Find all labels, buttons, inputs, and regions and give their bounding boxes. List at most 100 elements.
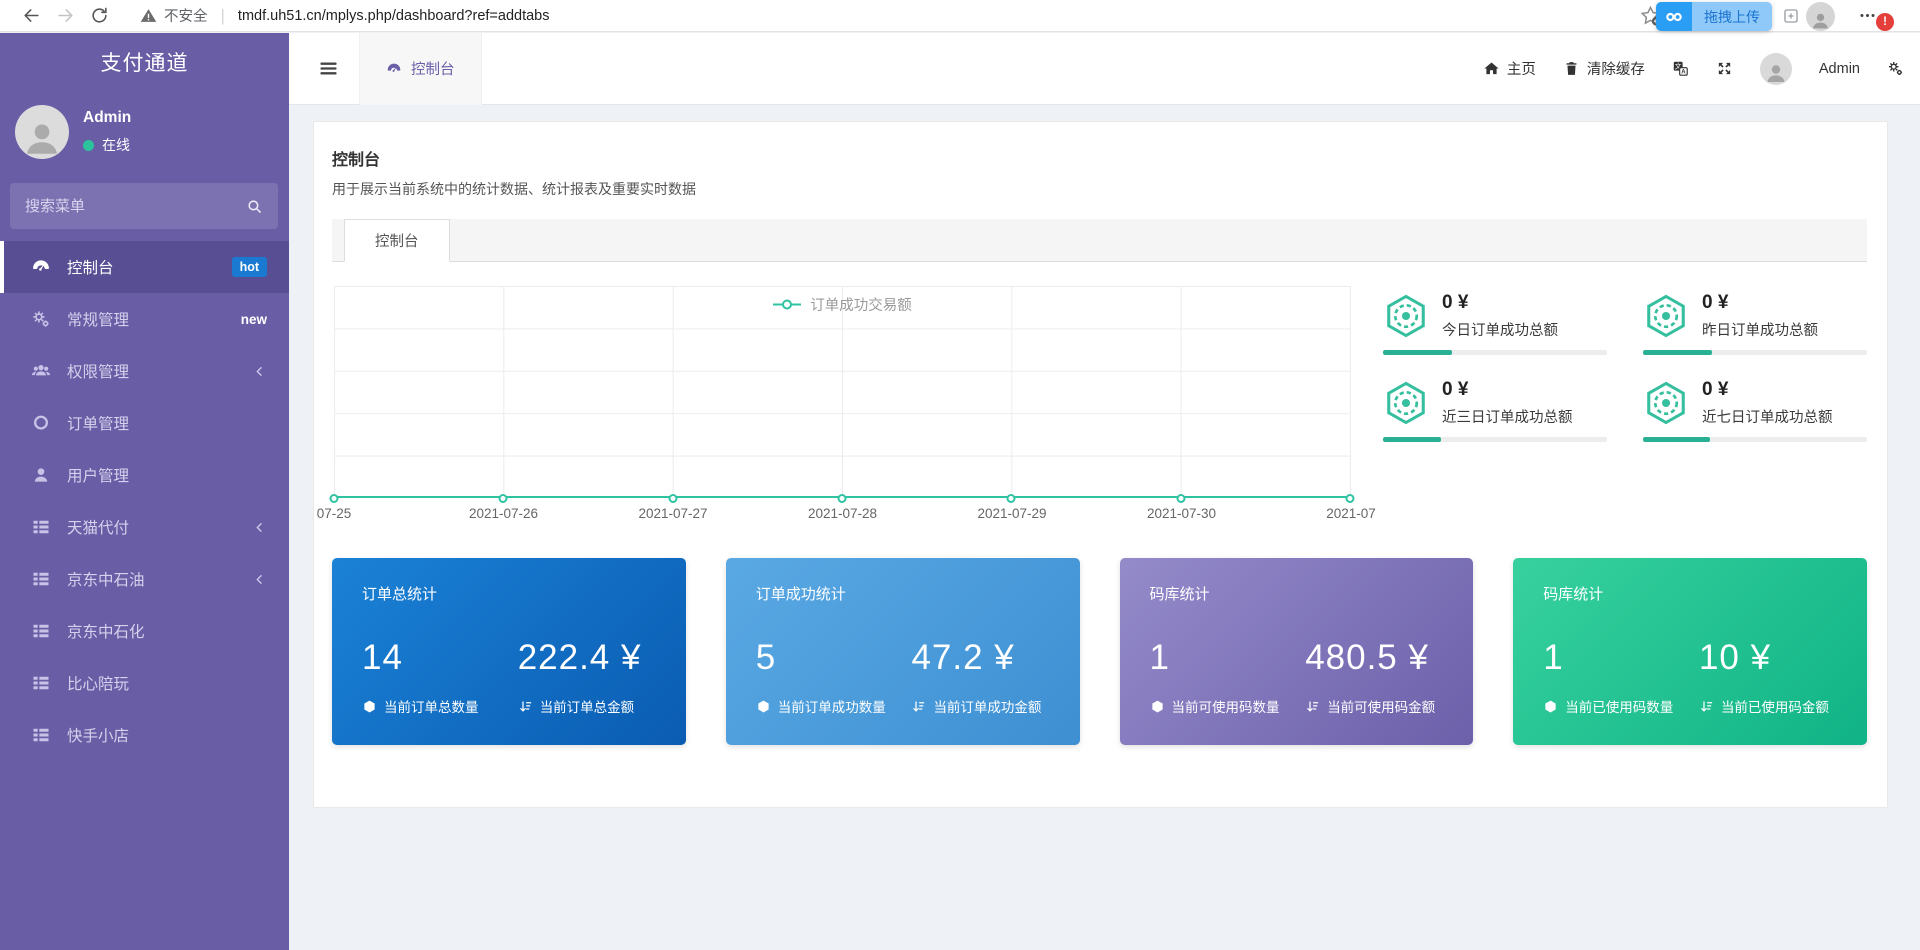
sidebar-menu: 控制台hot常规管理new权限管理订单管理用户管理天猫代付京东中石油京东中石化比… <box>0 241 289 761</box>
sidebar-item[interactable]: 比心陪玩 <box>0 657 289 709</box>
stat-card: 码库统计1当前已使用码数量10 ¥当前已使用码金额 <box>1513 558 1867 745</box>
forward-icon <box>56 6 75 25</box>
sidebar-item[interactable]: 京东中石油 <box>0 553 289 605</box>
stat-card-count-col: 1当前可使用码数量 <box>1150 638 1306 716</box>
summary-widget-text: 0 ¥今日订单成功总额 <box>1442 292 1558 340</box>
stat-card-amount: 10 ¥ <box>1699 638 1837 678</box>
hexagon-stat-icon <box>1383 293 1429 339</box>
gears-icon <box>30 309 52 329</box>
chart-point <box>499 494 508 503</box>
orders-line-chart[interactable]: 订单成功交易额 07-252021-07-262021-07-272021-07… <box>332 286 1353 526</box>
browser-reload-button[interactable] <box>82 0 116 32</box>
browser-toolbar-right: 拖拽上传 ! <box>1620 0 1920 32</box>
trash-icon <box>1563 60 1580 77</box>
translate-icon: 文A <box>1672 60 1689 77</box>
panel-tab-dashboard[interactable]: 控制台 <box>344 219 450 262</box>
browser-back-button[interactable] <box>14 0 48 32</box>
chart-plot-area <box>334 286 1351 498</box>
reload-icon <box>90 6 109 25</box>
summary-widget-value: 0 ¥ <box>1702 292 1818 314</box>
menu-search-input[interactable] <box>25 198 246 215</box>
chart-point <box>668 494 677 503</box>
list-icon <box>30 569 52 589</box>
stat-card-title: 订单成功统计 <box>756 583 1050 604</box>
browser-profile-avatar[interactable] <box>1806 2 1835 31</box>
stat-card-amount: 47.2 ¥ <box>911 638 1049 678</box>
address-bar[interactable]: tmdf.uh51.cn/mplys.php/dashboard?ref=add… <box>238 8 550 24</box>
avatar[interactable] <box>15 105 69 159</box>
summary-widget-text: 0 ¥昨日订单成功总额 <box>1702 292 1818 340</box>
stat-card: 码库统计 1当前可使用码数量480.5 ¥当前可使用码金额 <box>1120 558 1474 745</box>
chart-legend[interactable]: 订单成功交易额 <box>332 294 1353 315</box>
chart-x-axis: 07-252021-07-262021-07-272021-07-282021-… <box>334 506 1351 526</box>
panel-tab-label: 控制台 <box>375 230 419 251</box>
topnav-user-name[interactable]: Admin <box>1819 61 1860 77</box>
settings-gear-button[interactable] <box>1887 60 1904 77</box>
x-tick-label: 2021-07-26 <box>469 506 538 521</box>
user-status-label: 在线 <box>102 135 130 155</box>
topnav-tab-dashboard[interactable]: 控制台 <box>359 33 482 105</box>
topnav-avatar[interactable] <box>1760 53 1792 85</box>
page-title: 控制台 <box>332 146 1867 170</box>
fullscreen-button[interactable] <box>1716 60 1733 77</box>
stat-card-body: 1当前可使用码数量480.5 ¥当前可使用码金额 <box>1150 638 1444 716</box>
sort-amount-icon <box>911 699 926 714</box>
summary-widget-top: 0 ¥今日订单成功总额 <box>1383 292 1607 340</box>
stat-card-title: 码库统计 <box>1150 583 1444 604</box>
site-security-indicator[interactable]: 不安全 <box>140 5 208 26</box>
x-tick-label: 2021-07 <box>1326 506 1376 521</box>
security-label: 不安全 <box>164 5 208 26</box>
browser-alert-badge[interactable]: ! <box>1876 13 1894 31</box>
sidebar-item[interactable]: 快手小店 <box>0 709 289 761</box>
x-tick-label: 07-25 <box>317 506 352 521</box>
dashboard-icon <box>30 257 52 277</box>
dashboard-icon <box>386 61 402 77</box>
summary-widgets: 0 ¥今日订单成功总额0 ¥昨日订单成功总额0 ¥近三日订单成功总额0 ¥近七日… <box>1383 286 1867 526</box>
panel-tab-strip: 控制台 <box>332 219 1867 262</box>
stat-card-amount-col: 222.4 ¥当前订单总金额 <box>518 638 656 716</box>
stat-cards-row: 订单总统计14当前订单总数量222.4 ¥当前订单总金额订单成功统计5当前订单成… <box>332 558 1867 745</box>
back-icon <box>22 6 41 25</box>
stat-card-count-label: 当前已使用码数量 <box>1543 696 1699 716</box>
summary-widget-value: 0 ¥ <box>1442 292 1558 314</box>
home-button[interactable]: 主页 <box>1483 58 1536 79</box>
stat-card-count: 5 <box>756 638 912 678</box>
sidebar-item[interactable]: 天猫代付 <box>0 501 289 553</box>
extension-upload-popup[interactable]: 拖拽上传 <box>1656 2 1772 31</box>
sidebar-item-label: 订单管理 <box>67 412 267 434</box>
stat-card-amount-col: 47.2 ¥当前订单成功金额 <box>911 638 1049 716</box>
summary-widget-progress-fill <box>1383 350 1452 355</box>
browser-forward-button[interactable] <box>48 0 82 32</box>
summary-widget: 0 ¥今日订单成功总额 <box>1383 292 1607 355</box>
sidebar-item[interactable]: 常规管理new <box>0 293 289 345</box>
sidebar-item[interactable]: 京东中石化 <box>0 605 289 657</box>
person-icon <box>21 117 63 159</box>
gears-icon <box>1887 60 1904 77</box>
sidebar-item[interactable]: 订单管理 <box>0 397 289 449</box>
home-label: 主页 <box>1507 58 1536 79</box>
sort-amount-icon <box>1305 699 1320 714</box>
sidebar-item[interactable]: 控制台hot <box>0 241 289 293</box>
user-icon <box>30 465 52 485</box>
chevron-left-icon <box>252 572 267 587</box>
stat-card-count-label: 当前订单成功数量 <box>756 696 912 716</box>
hexagon-small-icon <box>756 699 771 714</box>
stat-card-amount-label: 当前已使用码金额 <box>1699 696 1837 716</box>
sidebar-item[interactable]: 用户管理 <box>0 449 289 501</box>
sidebar-item[interactable]: 权限管理 <box>0 345 289 397</box>
home-icon <box>1483 60 1500 77</box>
infinity-icon <box>1656 2 1692 31</box>
online-dot-icon <box>83 140 94 151</box>
hamburger-icon <box>318 58 339 79</box>
chart-point <box>330 494 339 503</box>
clear-cache-button[interactable]: 清除缓存 <box>1563 58 1645 79</box>
user-status: 在线 <box>83 135 131 155</box>
search-icon[interactable] <box>246 198 263 215</box>
more-icon[interactable] <box>1858 6 1877 25</box>
hexagon-small-icon <box>1543 699 1558 714</box>
sidebar-toggle-button[interactable] <box>309 33 347 105</box>
users-icon <box>30 361 52 381</box>
translate-button[interactable]: 文A <box>1672 60 1689 77</box>
sidebar-search <box>10 183 278 229</box>
addbox-icon[interactable] <box>1782 7 1800 25</box>
